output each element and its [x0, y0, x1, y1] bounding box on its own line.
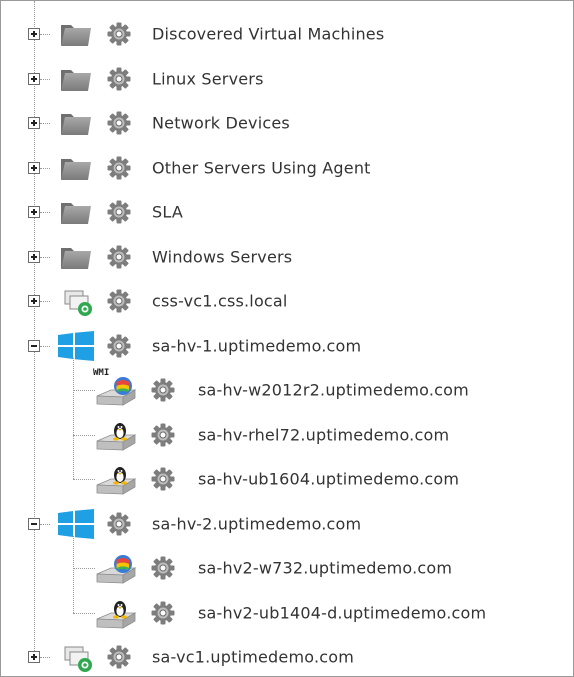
wmi-badge: WMI [93, 368, 110, 378]
tree-node-label[interactable]: Other Servers Using Agent [152, 158, 371, 177]
tree-node-label[interactable]: sa-hv-ub1604.uptimedemo.com [198, 470, 459, 489]
folder-icon [59, 65, 93, 97]
vcenter-icon [61, 287, 95, 321]
expand-toggle-icon[interactable] [28, 72, 40, 85]
tree-node-label[interactable]: sa-hv-rhel72.uptimedemo.com [198, 425, 449, 444]
windows-server-icon [93, 552, 139, 590]
collapse-toggle-icon[interactable] [28, 339, 40, 352]
tree-connector [73, 568, 95, 569]
tree-node[interactable]: sa-vc1.uptimedemo.com [1, 637, 571, 677]
linux-server-icon [93, 597, 139, 635]
tree-connector [73, 434, 95, 436]
folder-icon [59, 243, 93, 275]
folder-icon [59, 154, 93, 186]
tree-node-label[interactable]: sa-hv2-ub1404-d.uptimedemo.com [198, 603, 486, 622]
expand-toggle-icon[interactable] [28, 161, 40, 174]
tree-node[interactable]: Discovered Virtual Machines [1, 14, 571, 54]
expand-toggle-icon[interactable] [28, 295, 40, 307]
expand-toggle-icon[interactable] [28, 117, 40, 129]
expand-toggle-icon[interactable] [28, 651, 40, 663]
gear-icon[interactable] [107, 645, 131, 673]
gear-icon[interactable] [107, 245, 131, 273]
folder-icon [59, 198, 93, 230]
gear-icon[interactable] [107, 334, 131, 362]
gear-icon[interactable] [151, 467, 175, 495]
tree-node-label[interactable]: sa-vc1.uptimedemo.com [152, 648, 354, 667]
tree-node[interactable]: SLA [1, 192, 571, 232]
tree-connector [40, 256, 50, 258]
gear-icon[interactable] [151, 556, 175, 584]
windows-server-icon [93, 374, 139, 412]
gear-icon[interactable] [107, 22, 131, 50]
tree-node-label[interactable]: Network Devices [152, 114, 290, 133]
tree-node-label[interactable]: sa-hv-w2012r2.uptimedemo.com [198, 381, 469, 400]
tree-node-label[interactable]: Discovered Virtual Machines [152, 25, 384, 44]
tree-node[interactable]: Other Servers Using Agent [1, 148, 571, 188]
tree-node[interactable]: Network Devices [1, 103, 571, 143]
windows-logo-icon [56, 508, 96, 543]
tree-node[interactable]: Linux Servers [1, 59, 571, 99]
gear-icon[interactable] [107, 289, 131, 317]
tree-child-node[interactable]: WMI sa-hv-w2012r2.uptimedemo.com [1, 368, 571, 412]
expand-toggle-icon[interactable] [28, 250, 40, 263]
folder-icon [59, 109, 93, 141]
tree-node-label[interactable]: Linux Servers [152, 69, 264, 88]
tree-node-label[interactable]: Windows Servers [152, 247, 292, 266]
device-tree-panel: Discovered Virtual Machines Linux Server… [0, 0, 574, 677]
tree-connector [40, 657, 50, 658]
gear-icon[interactable] [151, 601, 175, 629]
linux-server-icon [93, 463, 139, 501]
vcenter-icon [61, 643, 95, 677]
tree-node[interactable]: sa-hv-1.uptimedemo.com [1, 326, 571, 366]
gear-icon[interactable] [151, 423, 175, 451]
tree-connector [73, 612, 95, 614]
gear-icon[interactable] [107, 67, 131, 95]
tree-child-node[interactable]: sa-hv2-w732.uptimedemo.com [1, 548, 571, 588]
gear-icon[interactable] [107, 512, 131, 540]
gear-icon[interactable] [107, 200, 131, 228]
tree-child-node[interactable]: sa-hv-ub1604.uptimedemo.com [1, 459, 571, 499]
linux-server-icon [93, 419, 139, 457]
tree-connector [73, 390, 95, 391]
tree-connector [40, 523, 50, 525]
tree-connector [73, 479, 95, 480]
collapse-toggle-icon[interactable] [28, 517, 40, 530]
tree-connector [40, 34, 50, 35]
tree-node-label[interactable]: css-vc1.css.local [152, 292, 288, 311]
tree-node[interactable]: css-vc1.css.local [1, 281, 571, 321]
tree-connector [40, 345, 50, 347]
tree-connector [40, 301, 50, 302]
gear-icon[interactable] [107, 111, 131, 139]
tree-connector [40, 78, 50, 80]
folder-icon [59, 20, 93, 52]
expand-toggle-icon[interactable] [28, 28, 40, 40]
tree-child-node[interactable]: sa-hv2-ub1404-d.uptimedemo.com [1, 593, 571, 633]
tree-node-label[interactable]: sa-hv2-w732.uptimedemo.com [198, 559, 452, 578]
tree-node[interactable]: Windows Servers [1, 237, 571, 277]
gear-icon[interactable] [151, 378, 175, 406]
tree-connector [40, 123, 50, 124]
windows-logo-icon [56, 330, 96, 365]
tree-connector [40, 212, 50, 213]
gear-icon[interactable] [107, 156, 131, 184]
expand-toggle-icon[interactable] [28, 206, 40, 218]
tree-connector [40, 167, 50, 169]
tree-node-label[interactable]: sa-hv-2.uptimedemo.com [152, 514, 361, 533]
tree-node[interactable]: sa-hv-2.uptimedemo.com [1, 504, 571, 544]
tree-node-label[interactable]: SLA [152, 203, 183, 222]
tree-child-node[interactable]: sa-hv-rhel72.uptimedemo.com [1, 415, 571, 455]
tree-node-label[interactable]: sa-hv-1.uptimedemo.com [152, 336, 361, 355]
